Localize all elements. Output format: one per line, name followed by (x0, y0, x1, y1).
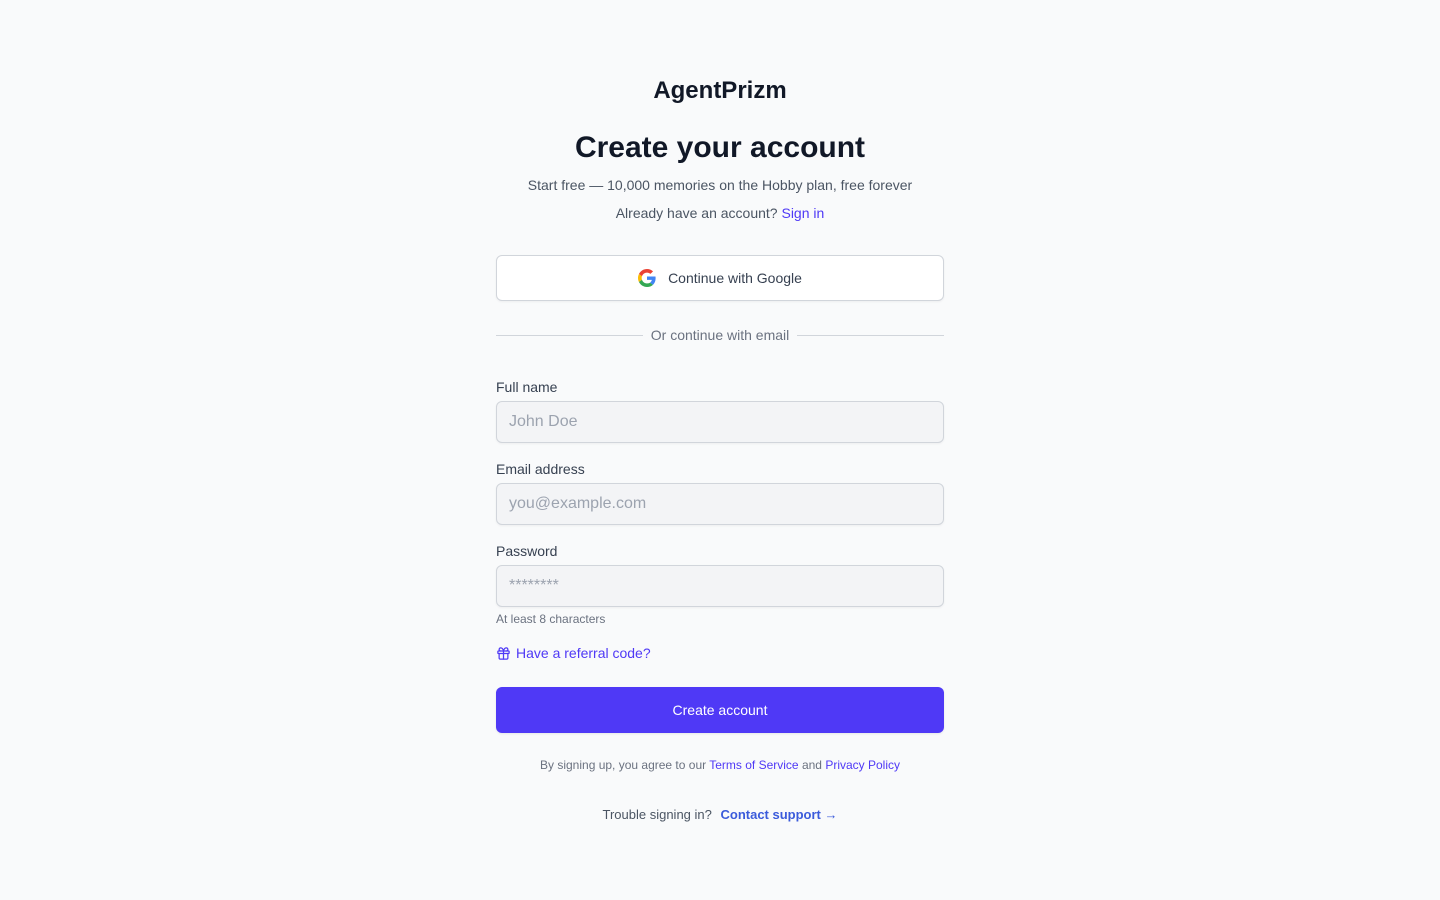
terms-of-service-link[interactable]: Terms of Service (709, 758, 798, 772)
legal-prefix: By signing up, you agree to our (540, 758, 707, 772)
privacy-policy-link[interactable]: Privacy Policy (825, 758, 900, 772)
signup-page: AgentPrizm Create your account Start fre… (0, 0, 1440, 900)
continue-with-google-button[interactable]: Continue with Google (496, 255, 944, 301)
contact-support-link[interactable]: Contact support → (721, 807, 838, 822)
gift-icon (496, 646, 511, 661)
page-subtitle: Start free — 10,000 memories on the Hobb… (527, 177, 913, 193)
brand-logo: AgentPrizm (653, 77, 787, 104)
full-name-input[interactable] (496, 401, 944, 443)
email-input[interactable] (496, 483, 944, 525)
signin-prompt-text: Already have an account? (615, 205, 778, 221)
legal-and: and (801, 758, 822, 772)
support-line: Trouble signing in? Contact support → (496, 806, 944, 824)
referral-code-link[interactable]: Have a referral code? (496, 644, 651, 662)
divider-line-right (797, 334, 945, 336)
create-account-button[interactable]: Create account (496, 687, 944, 733)
divider-line-left (496, 334, 643, 336)
divider-text: Or continue with email (650, 327, 790, 343)
page-title: Create your account (574, 131, 866, 164)
google-button-label: Continue with Google (668, 270, 802, 286)
password-label: Password (496, 543, 558, 559)
password-hint: At least 8 characters (496, 612, 606, 626)
email-label: Email address (496, 461, 585, 477)
legal-notice: By signing up, you agree to our Terms of… (496, 757, 944, 773)
password-input[interactable] (496, 565, 944, 607)
referral-label: Have a referral code? (516, 645, 651, 661)
support-prompt: Trouble signing in? (602, 807, 712, 822)
or-divider: Or continue with email (496, 325, 945, 345)
google-icon (638, 269, 656, 287)
signin-link[interactable]: Sign in (781, 205, 824, 221)
signin-prompt-line: Already have an account? Sign in (496, 204, 944, 222)
full-name-label: Full name (496, 379, 558, 395)
